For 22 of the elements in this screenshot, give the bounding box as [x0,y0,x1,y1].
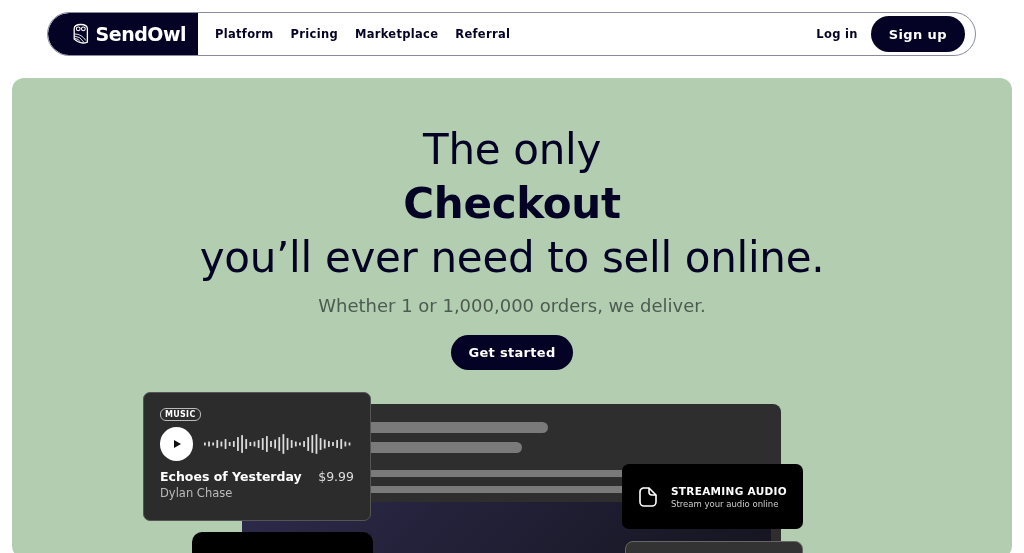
play-button[interactable] [160,427,194,461]
track-price: $9.99 [318,469,354,484]
music-tag: MUSIC [160,408,201,421]
hero-subtitle: Whether 1 or 1,000,000 orders, we deliver. [318,295,706,316]
feature-title: STREAMING AUDIO [671,484,787,497]
hero-title: you’ll ever need to sell online. [199,232,825,284]
nav-link[interactable]: Platform [215,27,274,41]
brand-logo[interactable]: SendOwl [48,13,198,55]
brand-name: SendOwl [95,23,186,45]
artist-name: Dylan Chase [160,486,234,500]
nav-link[interactable]: Pricing [290,27,338,41]
play-icon [171,439,182,449]
get-started-button[interactable]: Get started [451,335,573,370]
file-icon [639,486,657,507]
nav-link[interactable]: Referral [455,27,511,41]
hero-title: Checkout [403,178,621,230]
track-title: Echoes of Yesterday [160,469,302,484]
feature-subtitle: Stream your audio online [671,498,780,509]
login-link[interactable]: Log in [816,27,858,41]
signup-button[interactable]: Sign up [870,16,965,52]
nav-link[interactable]: Marketplace [354,27,439,41]
hero-title: The only [423,124,601,176]
